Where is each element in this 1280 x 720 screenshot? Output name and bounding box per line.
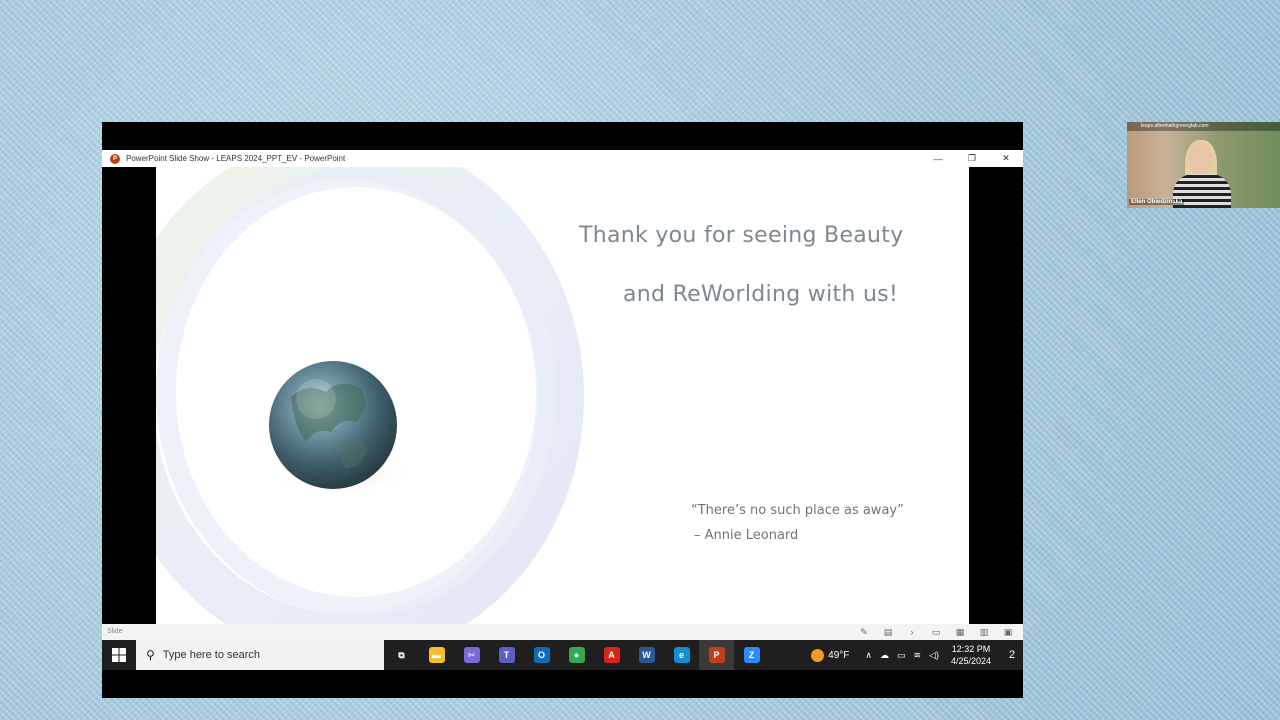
slideshow-statusbar: Slide ✎ ▤ › ▭ ▦ ▥ ▣	[102, 624, 1023, 640]
windows-taskbar: ⚲ Type here to search ⧉ ▬ ✂ T O ● A We P Z 49°F ∧…	[102, 640, 1023, 670]
taskbar-snip-button[interactable]: ✂	[454, 640, 489, 670]
notes-icon[interactable]: ▤	[881, 625, 895, 639]
slideshow-controls: ✎ ▤ › ▭ ▦ ▥ ▣	[857, 625, 1015, 639]
taskbar-outlook-button[interactable]: O	[524, 640, 559, 670]
edge-icon: e	[673, 647, 690, 663]
notification-center-icon[interactable]: 2	[1001, 640, 1023, 670]
participant-video-tile[interactable]: leaps.aftermathgreenglab.com Ellen Obied…	[1127, 122, 1280, 208]
clock-time: 12:32 PM	[951, 644, 991, 654]
teams-icon: T	[498, 647, 515, 663]
taskbar-task-view-button[interactable]: ⧉	[384, 640, 419, 670]
search-placeholder: Type here to search	[162, 649, 261, 661]
windows-logo-icon	[112, 648, 126, 662]
taskbar-chrome-button[interactable]: ●	[559, 640, 594, 670]
chevron-up-icon[interactable]: ∧	[865, 650, 872, 661]
close-button[interactable]: ✕	[989, 150, 1023, 167]
window-titlebar: P PowerPoint Slide Show - LEAPS 2024_PPT…	[102, 150, 1023, 167]
taskbar-word-button[interactable]: W	[629, 640, 664, 670]
taskbar-file-explorer-button[interactable]: ▬	[419, 640, 454, 670]
wifi-icon[interactable]: ≋	[913, 650, 921, 661]
system-tray: 49°F ∧ ☁ ▭ ≋ ◁) 12:32 PM 4/25/2024 2	[811, 640, 1023, 670]
outlook-icon: O	[533, 647, 550, 663]
taskbar-teams-button[interactable]: T	[489, 640, 524, 670]
volume-icon[interactable]: ◁)	[929, 650, 939, 661]
quote-text: “There’s no such place as away”	[691, 503, 904, 518]
weather-icon	[811, 648, 825, 662]
cloud-icon[interactable]: ☁	[880, 650, 889, 661]
slide-sorter-icon[interactable]: ▦	[953, 625, 967, 639]
weather-temp: 49°F	[828, 649, 850, 661]
participant-face	[1189, 144, 1213, 174]
taskbar-acrobat-button[interactable]: A	[594, 640, 629, 670]
participant-name: Ellen Obiedzinska	[1129, 199, 1185, 205]
powerpoint-window: P PowerPoint Slide Show - LEAPS 2024_PPT…	[102, 150, 1023, 640]
file-explorer-icon: ▬	[428, 647, 445, 663]
taskbar-edge-button[interactable]: e	[664, 640, 699, 670]
pen-icon[interactable]: ✎	[857, 625, 871, 639]
battery-icon[interactable]: ▭	[897, 650, 906, 661]
acrobat-icon: A	[603, 647, 620, 663]
taskbar-search[interactable]: ⚲ Type here to search	[136, 640, 384, 670]
powerpoint-icon: P	[708, 647, 725, 663]
slide-title-line-2: and ReWorlding with us!	[623, 282, 899, 307]
task-view-icon: ⧉	[393, 647, 410, 663]
restore-button[interactable]: ❐	[955, 150, 989, 167]
video-topbar: leaps.aftermathgreenglab.com	[1127, 122, 1280, 131]
slideshow-icon[interactable]: ▣	[1001, 625, 1015, 639]
reading-view-icon[interactable]: ▥	[977, 625, 991, 639]
notification-count: 2	[1008, 649, 1016, 661]
window-title: PowerPoint Slide Show - LEAPS 2024_PPT_E…	[126, 154, 346, 163]
powerpoint-app-icon: P	[110, 153, 120, 164]
search-icon: ⚲	[146, 648, 155, 662]
minimize-button[interactable]: —	[921, 150, 955, 167]
clock-date: 4/25/2024	[950, 656, 991, 666]
snip-icon: ✂	[463, 647, 480, 663]
taskbar-zoom-button[interactable]: Z	[734, 640, 769, 670]
clock[interactable]: 12:32 PM 4/25/2024	[951, 643, 991, 667]
status-slide-label: Slide	[107, 628, 123, 635]
window-controls: — ❐ ✕	[921, 150, 1023, 167]
slide-title-line-1: Thank you for seeing Beauty	[579, 223, 904, 248]
start-button[interactable]	[102, 640, 136, 670]
taskbar-apps: ⧉ ▬ ✂ T O ● A We P Z	[384, 640, 769, 670]
slide-canvas[interactable]: Thank you for seeing Beauty and ReWorldi…	[156, 167, 969, 624]
chrome-icon: ●	[568, 647, 585, 663]
zoom-icon: Z	[743, 647, 760, 663]
taskbar-powerpoint-button[interactable]: P	[699, 640, 734, 670]
normal-view-icon[interactable]: ▭	[929, 625, 943, 639]
weather-widget[interactable]: 49°F	[811, 648, 850, 662]
next-slide-icon[interactable]: ›	[905, 625, 919, 639]
word-icon: W	[638, 647, 655, 663]
quote-author: – Annie Leonard	[694, 528, 799, 543]
